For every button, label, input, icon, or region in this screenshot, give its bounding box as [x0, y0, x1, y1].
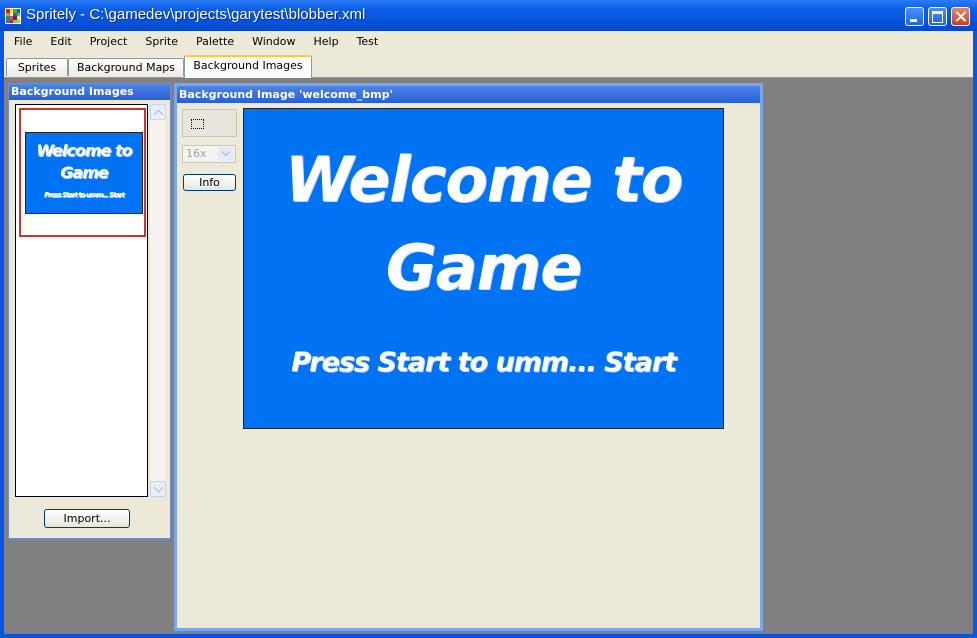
- menu-window[interactable]: Window: [242, 31, 303, 53]
- thumbnail-title-line1: Welcome to: [36, 141, 132, 160]
- editor-title: Background Image 'welcome_bmp': [177, 86, 760, 103]
- zoom-value: 16x: [186, 147, 207, 160]
- thumbnail-item-selected[interactable]: Welcome to Game Press Start to umm... St…: [19, 108, 146, 237]
- left-panel-title: Background Images: [9, 84, 170, 100]
- minimize-button[interactable]: [905, 7, 924, 26]
- tab-background-images[interactable]: Background Images: [184, 55, 312, 78]
- menu-file[interactable]: File: [4, 31, 40, 53]
- menu-help[interactable]: Help: [303, 31, 346, 53]
- chevron-down-icon[interactable]: [218, 147, 234, 161]
- background-image-editor: Background Image 'welcome_bmp' 16x Info …: [174, 83, 763, 631]
- menu-bar: File Edit Project Sprite Palette Window …: [4, 31, 973, 53]
- import-button[interactable]: Import...: [44, 509, 130, 528]
- tab-background-maps[interactable]: Background Maps: [68, 58, 184, 76]
- marquee-select-icon[interactable]: [191, 119, 204, 129]
- background-images-panel: Background Images Welcome to Game Press …: [8, 83, 171, 539]
- info-button[interactable]: Info: [183, 174, 236, 191]
- scroll-down-icon[interactable]: [150, 481, 166, 497]
- thumbnail-title-line2: Game: [60, 163, 108, 182]
- menu-palette[interactable]: Palette: [186, 31, 242, 53]
- thumbnail-list[interactable]: Welcome to Game Press Start to umm... St…: [15, 104, 148, 497]
- app-window: Spritely - C:\gamedev\projects\garytest\…: [0, 0, 977, 638]
- window-title: Spritely - C:\gamedev\projects\garytest\…: [26, 6, 366, 23]
- tab-strip: Sprites Background Maps Background Image…: [4, 53, 973, 78]
- image-canvas[interactable]: Welcome to Game Press Start to umm... St…: [243, 108, 724, 429]
- menu-project[interactable]: Project: [80, 31, 136, 53]
- client-area: File Edit Project Sprite Palette Window …: [4, 31, 973, 634]
- scroll-up-icon[interactable]: [150, 104, 166, 120]
- menu-edit[interactable]: Edit: [40, 31, 79, 53]
- maximize-button[interactable]: [928, 7, 947, 26]
- app-grid-icon: [5, 8, 21, 24]
- tool-palette: [182, 109, 237, 137]
- title-bar[interactable]: Spritely - C:\gamedev\projects\garytest\…: [0, 0, 977, 31]
- canvas-title-line1: Welcome to: [284, 143, 684, 216]
- close-button[interactable]: [951, 7, 970, 26]
- thumbnail-scrollbar[interactable]: [150, 104, 166, 497]
- menu-test[interactable]: Test: [347, 31, 387, 53]
- canvas-title-line2: Game: [385, 231, 582, 304]
- zoom-select[interactable]: 16x: [182, 145, 236, 163]
- menu-sprite[interactable]: Sprite: [135, 31, 186, 53]
- canvas-subtitle: Press Start to umm... Start: [291, 347, 677, 378]
- tab-sprites[interactable]: Sprites: [6, 58, 68, 76]
- thumbnail-subtitle: Press Start to umm... Start: [44, 191, 125, 199]
- thumbnail-image: Welcome to Game Press Start to umm... St…: [25, 132, 143, 214]
